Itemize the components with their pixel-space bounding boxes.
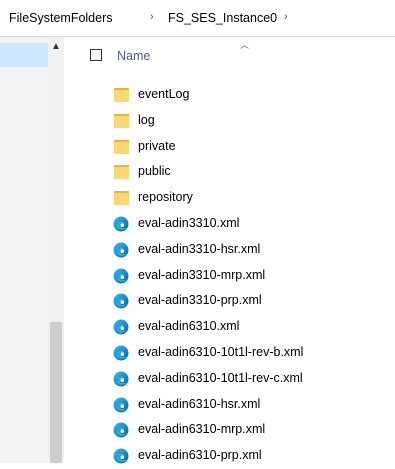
file-name-label: eval-adin3310-prp.xml xyxy=(138,293,262,308)
file-name-label: eval-adin6310-10t1l-rev-c.xml xyxy=(138,370,303,385)
nav-scrollbar[interactable]: ▲ xyxy=(48,37,64,463)
folder-icon xyxy=(114,113,129,128)
edge-xml-file-icon xyxy=(113,345,129,361)
file-name-label: public xyxy=(138,164,171,179)
folder-row[interactable]: log xyxy=(64,108,395,134)
breadcrumb-chevron-icon[interactable]: › xyxy=(284,11,288,23)
file-name-label: eval-adin6310-hsr.xml xyxy=(138,396,261,411)
file-name-label: eval-adin6310-prp.xml xyxy=(138,448,262,463)
folder-icon xyxy=(114,139,129,154)
column-header-row: Name ︿ xyxy=(64,37,395,71)
file-name-label: eventLog xyxy=(138,87,190,101)
file-row[interactable]: eval-adin6310-10t1l-rev-b.xml xyxy=(64,340,395,366)
folder-row[interactable]: public xyxy=(64,159,395,185)
file-row[interactable]: eval-adin3310-hsr.xml xyxy=(64,237,395,263)
file-name-label: eval-adin3310-hsr.xml xyxy=(138,241,261,256)
breadcrumb: FileSystemFolders › FS_SES_Instance0 › xyxy=(0,0,395,37)
breadcrumb-chevron-icon[interactable]: › xyxy=(150,11,154,23)
file-name-label: log xyxy=(138,112,155,127)
name-column-header[interactable]: Name xyxy=(117,49,150,63)
edge-xml-file-icon xyxy=(113,319,129,335)
folder-row[interactable]: repository xyxy=(64,185,395,211)
nav-selected-item[interactable] xyxy=(0,43,48,67)
folder-row[interactable]: private xyxy=(64,134,395,160)
file-name-label: eval-adin3310.xml xyxy=(138,216,240,230)
edge-xml-file-icon xyxy=(113,422,129,438)
file-name-label: eval-adin6310.xml xyxy=(138,319,240,334)
file-name-label: private xyxy=(138,138,176,153)
file-row[interactable]: eval-adin3310-prp.xml xyxy=(64,288,395,314)
edge-xml-file-icon xyxy=(113,371,129,387)
file-row[interactable]: eval-adin3310-mrp.xml xyxy=(64,263,395,289)
file-name-label: repository xyxy=(138,190,193,205)
breadcrumb-item-filesystemfolders[interactable]: FileSystemFolders xyxy=(9,11,113,25)
edge-xml-file-icon xyxy=(113,242,129,258)
edge-xml-file-icon xyxy=(113,448,129,464)
navigation-pane xyxy=(0,37,48,463)
scroll-thumb[interactable] xyxy=(50,322,62,463)
file-row[interactable]: eval-adin6310.xml xyxy=(64,314,395,340)
folder-icon xyxy=(114,165,129,180)
file-row[interactable]: eval-adin6310-hsr.xml xyxy=(64,392,395,418)
edge-xml-file-icon xyxy=(113,397,129,413)
edge-xml-file-icon xyxy=(113,216,129,232)
folder-row[interactable]: eventLog xyxy=(64,82,395,108)
folder-icon xyxy=(114,88,129,102)
file-name-label: eval-adin3310-mrp.xml xyxy=(138,267,266,282)
file-row[interactable]: eval-adin6310-10t1l-rev-c.xml xyxy=(64,366,395,392)
select-all-checkbox[interactable] xyxy=(90,49,102,61)
sort-ascending-icon: ︿ xyxy=(240,40,250,50)
folder-icon xyxy=(114,191,129,206)
breadcrumb-item-fs-ses-instance0[interactable]: FS_SES_Instance0 xyxy=(168,11,277,25)
scroll-up-arrow-icon[interactable]: ▲ xyxy=(48,40,64,54)
edge-xml-file-icon xyxy=(113,268,129,284)
file-row[interactable]: eval-adin6310-prp.xml xyxy=(64,443,395,469)
file-row[interactable]: eval-adin6310-mrp.xml xyxy=(64,417,395,443)
file-name-label: eval-adin6310-10t1l-rev-b.xml xyxy=(138,345,304,359)
edge-xml-file-icon xyxy=(113,293,129,309)
file-name-label: eval-adin6310-mrp.xml xyxy=(138,422,266,437)
file-row[interactable]: eval-adin3310.xml xyxy=(64,211,395,237)
